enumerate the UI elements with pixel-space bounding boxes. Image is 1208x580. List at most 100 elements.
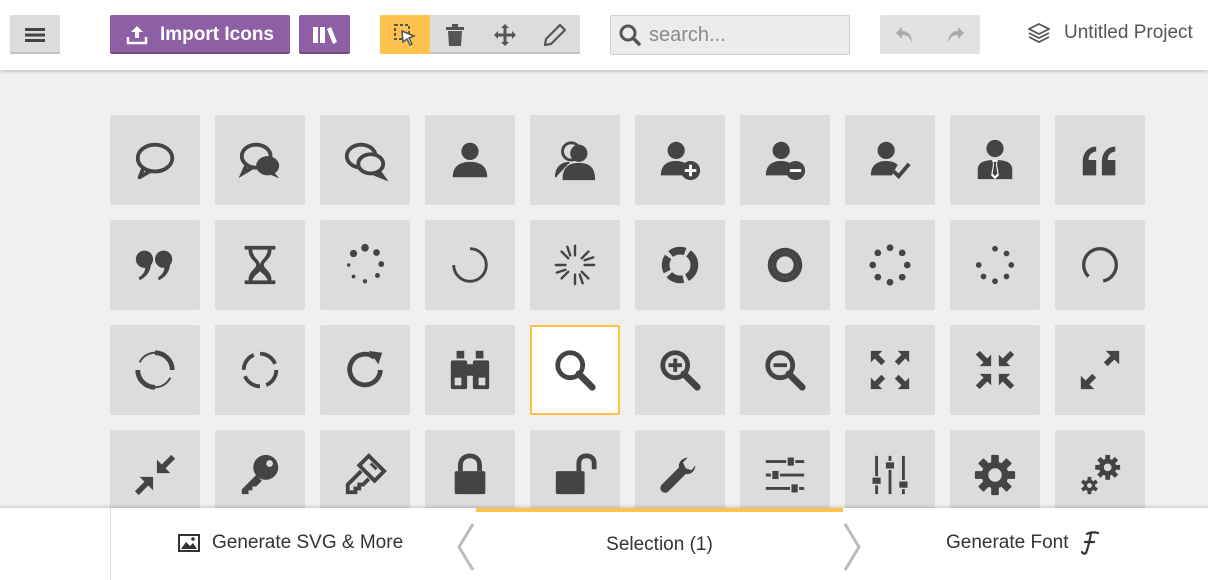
icon-cell[interactable]: [1055, 325, 1145, 415]
user-tie-icon: [977, 139, 1013, 180]
icon-cell[interactable]: [320, 220, 410, 310]
icon-cell[interactable]: [320, 115, 410, 205]
project-name: Untitled Project: [1064, 22, 1193, 43]
bubble-icon: [135, 142, 175, 180]
top-toolbar: Import Icons search... Untitled Project: [0, 0, 1208, 70]
icon-cell[interactable]: [635, 220, 725, 310]
icon-cell[interactable]: [530, 220, 620, 310]
select-cursor-icon: [394, 23, 416, 46]
bubbles2-icon: [344, 142, 388, 182]
move-tool-button[interactable]: [480, 15, 530, 54]
spinner8-icon: [1082, 247, 1118, 283]
icon-cell[interactable]: [110, 220, 200, 310]
search-box[interactable]: [610, 15, 850, 55]
icon-cell[interactable]: [950, 220, 1040, 310]
hamburger-icon: [25, 27, 45, 42]
redo-button[interactable]: [930, 15, 980, 54]
icon-cell[interactable]: [950, 430, 1040, 520]
icon-cell[interactable]: [425, 325, 515, 415]
project-selector[interactable]: Untitled Project: [1028, 22, 1193, 44]
import-icons-button[interactable]: Import Icons: [110, 15, 290, 54]
icon-cell[interactable]: [635, 325, 725, 415]
enlarge2-icon: [1080, 350, 1120, 390]
bottom-divider: [110, 508, 111, 580]
bubbles-icon: [238, 142, 280, 179]
import-icons-label: Import Icons: [159, 23, 274, 45]
icon-cell[interactable]: [530, 115, 620, 205]
icon-cell[interactable]: [635, 430, 725, 520]
icon-cell[interactable]: [1055, 220, 1145, 310]
image-icon: [178, 534, 200, 552]
spinner5-icon: [767, 247, 803, 283]
wrench-icon: [660, 457, 696, 493]
key-icon: [241, 454, 279, 495]
user-check-icon: [870, 141, 911, 180]
spinner3-icon: [554, 244, 596, 286]
equalizer2-icon: [871, 455, 909, 495]
icon-cell[interactable]: [845, 115, 935, 205]
spinner9-icon: [135, 350, 175, 390]
icon-cell[interactable]: [845, 325, 935, 415]
pencil-icon: [544, 23, 566, 46]
icon-cell[interactable]: [845, 220, 935, 310]
quotes-left-icon: [1082, 146, 1116, 176]
icon-cell[interactable]: [740, 325, 830, 415]
spinner2-icon: [452, 247, 488, 283]
icon-cell[interactable]: [845, 430, 935, 520]
icon-cell[interactable]: [425, 115, 515, 205]
icon-cell[interactable]: [950, 115, 1040, 205]
icon-cell[interactable]: [215, 325, 305, 415]
chevron-left-icon[interactable]: [455, 522, 475, 572]
icon-cell[interactable]: [530, 430, 620, 520]
redo-icon: [948, 26, 964, 43]
tool-mode-group: [380, 15, 580, 54]
undo-icon: [896, 26, 912, 43]
quotes-right-icon: [135, 250, 173, 281]
icon-cell[interactable]: [1055, 115, 1145, 205]
icon-cell[interactable]: [740, 430, 830, 520]
generate-font-button[interactable]: Generate Font: [946, 508, 1099, 578]
search-input[interactable]: [649, 23, 839, 47]
main-menu-button[interactable]: [10, 15, 60, 54]
cogs-icon: [1081, 454, 1121, 495]
shrink2-icon: [134, 454, 176, 496]
hour-glass-icon: [244, 245, 276, 285]
delete-tool-button[interactable]: [430, 15, 480, 54]
icon-cell[interactable]: [530, 325, 620, 415]
undo-button[interactable]: [880, 15, 930, 54]
history-group: [880, 15, 980, 54]
icon-cell[interactable]: [425, 220, 515, 310]
edit-tool-button[interactable]: [530, 15, 580, 54]
binoculars-icon: [450, 350, 490, 390]
spinner7-icon: [975, 245, 1015, 285]
spinner11-icon: [347, 350, 383, 388]
cog-icon: [974, 454, 1016, 496]
generate-svg-button[interactable]: Generate SVG & More: [178, 508, 403, 578]
icon-cell[interactable]: [215, 220, 305, 310]
icon-cell[interactable]: [215, 115, 305, 205]
trash-icon: [446, 23, 464, 46]
icon-cell[interactable]: [215, 430, 305, 520]
unlocked-icon: [555, 453, 597, 495]
bottom-bar: Generate SVG & More Selection (1) Genera…: [0, 508, 1208, 580]
icon-cell[interactable]: [1055, 430, 1145, 520]
library-icon: [312, 26, 337, 44]
select-tool-button[interactable]: [380, 15, 430, 54]
key2-icon: [345, 453, 387, 495]
users-icon: [554, 141, 596, 181]
icon-cell[interactable]: [320, 325, 410, 415]
selection-tab[interactable]: Selection (1): [476, 508, 843, 578]
icon-cell[interactable]: [950, 325, 1040, 415]
icon-cell[interactable]: [740, 220, 830, 310]
icon-cell[interactable]: [425, 430, 515, 520]
icon-cell[interactable]: [110, 115, 200, 205]
icon-cell[interactable]: [320, 430, 410, 520]
icon-cell[interactable]: [110, 325, 200, 415]
chevron-right-icon[interactable]: [843, 522, 863, 572]
icon-library-button[interactable]: [299, 15, 350, 54]
icon-cell[interactable]: [635, 115, 725, 205]
generate-svg-label: Generate SVG & More: [212, 532, 404, 553]
user-plus-icon: [660, 141, 701, 181]
icon-cell[interactable]: [110, 430, 200, 520]
icon-cell[interactable]: [740, 115, 830, 205]
